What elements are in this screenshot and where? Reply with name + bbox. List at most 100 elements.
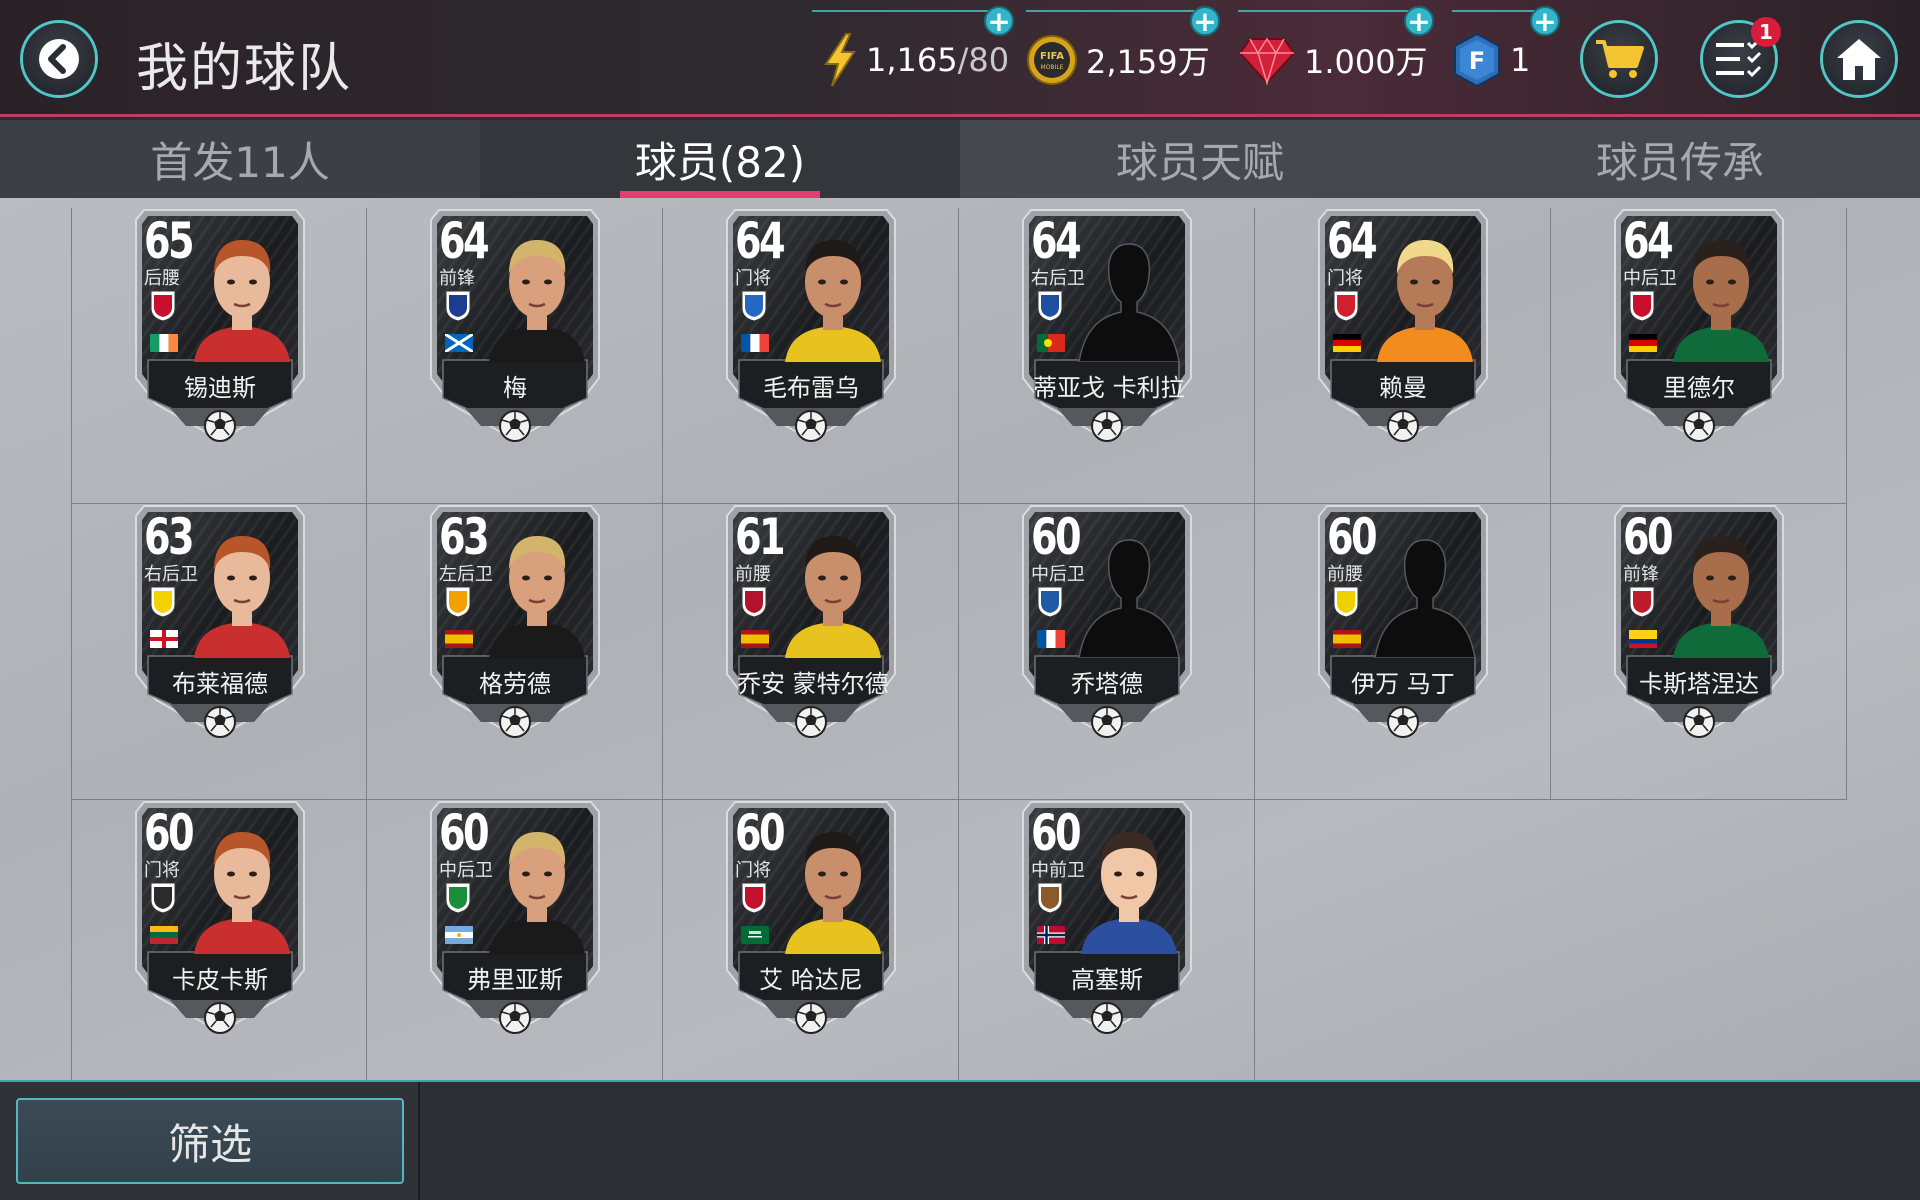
player-card[interactable]: 64 门将 赖曼 [1317, 208, 1489, 446]
player-name: 赖曼 [1379, 374, 1427, 402]
nation-flag-icon [150, 926, 178, 944]
nation-flag-icon [150, 334, 178, 352]
resource-divider [812, 10, 992, 12]
fifa-points-icon: F [1454, 32, 1500, 88]
player-card[interactable]: 60 中前卫 高塞斯 [1021, 800, 1193, 1038]
player-card[interactable]: 65 后腰 锡迪斯 [134, 208, 306, 446]
player-silhouette [1078, 539, 1180, 658]
player-position: 中前卫 [1031, 860, 1085, 881]
player-card[interactable]: 61 前腰 乔安 蒙特尔德 [725, 504, 897, 742]
fifa-points-counter[interactable]: F 1 [1452, 24, 1530, 96]
player-silhouette [1374, 539, 1476, 658]
add-fifa-points-button[interactable]: + [1530, 6, 1560, 36]
player-cell: 60 中前卫 高塞斯 [959, 800, 1255, 1080]
player-card[interactable]: 64 中后卫 里德尔 [1613, 208, 1785, 446]
player-grid: 65 后腰 锡迪斯 64 前锋 梅 64 门将 毛布雷乌 64 右后卫 蒂亚戈 … [71, 208, 1847, 1080]
coins-counter[interactable]: FIFA MOBILE 2,159万 [1026, 24, 1210, 96]
club-crest-icon [1629, 290, 1655, 322]
player-name: 布莱福德 [172, 670, 268, 698]
player-position: 左后卫 [439, 564, 493, 585]
player-card[interactable]: 60 前腰 伊万 马丁 [1317, 504, 1489, 742]
soccer-ball-icon [1387, 706, 1419, 738]
gem-icon [1238, 37, 1296, 85]
nation-flag-icon [741, 926, 769, 944]
player-name: 艾 哈达尼 [759, 966, 863, 994]
player-name: 锡迪斯 [184, 374, 256, 402]
player-name: 弗里亚斯 [467, 966, 563, 994]
player-card[interactable]: 60 前锋 卡斯塔涅达 [1613, 504, 1785, 742]
club-crest-icon [1629, 586, 1655, 618]
energy-max: /80 [957, 41, 1010, 79]
player-card[interactable]: 64 门将 毛布雷乌 [725, 208, 897, 446]
player-card[interactable]: 60 门将 艾 哈达尼 [725, 800, 897, 1038]
player-card[interactable]: 64 前锋 梅 [429, 208, 601, 446]
tab-bar: 首发11人 球员(82) 球员天赋 球员传承 [0, 120, 1920, 198]
club-crest-icon [150, 586, 176, 618]
player-cell: 63 右后卫 布莱福德 [71, 504, 367, 800]
tasks-button[interactable]: 1 [1700, 17, 1781, 98]
home-button[interactable] [1820, 20, 1898, 98]
player-rating: 60 [439, 804, 490, 862]
player-position: 中后卫 [1623, 268, 1677, 289]
tab-players[interactable]: 球员(82) [480, 120, 960, 198]
filter-button[interactable]: 筛选 [16, 1098, 404, 1184]
club-crest-icon [741, 586, 767, 618]
shopping-cart-icon [1596, 40, 1644, 78]
player-position: 后腰 [144, 268, 180, 289]
club-crest-icon [1333, 586, 1359, 618]
tab-player-talents[interactable]: 球员天赋 [960, 120, 1440, 198]
soccer-ball-icon [204, 410, 236, 442]
player-rating: 65 [144, 212, 195, 270]
player-rating: 64 [1031, 212, 1082, 270]
player-rating: 63 [144, 508, 195, 566]
back-button[interactable] [20, 20, 98, 98]
fifa-coin-icon: FIFA MOBILE [1027, 35, 1077, 85]
player-portrait [489, 536, 585, 658]
player-cell: 64 中后卫 里德尔 [1551, 208, 1847, 504]
soccer-ball-icon [1091, 706, 1123, 738]
player-cell: 60 门将 艾 哈达尼 [663, 800, 959, 1080]
player-rating: 60 [1623, 508, 1674, 566]
nation-flag-icon [150, 630, 178, 648]
player-cell: 64 门将 赖曼 [1255, 208, 1551, 504]
club-crest-icon [741, 882, 767, 914]
soccer-ball-icon [1683, 706, 1715, 738]
svg-text:FIFA: FIFA [1040, 51, 1064, 62]
gems-counter[interactable]: 1.000万 [1238, 24, 1428, 96]
energy-counter[interactable]: 1,165/80 [822, 24, 1009, 96]
player-name: 里德尔 [1663, 374, 1735, 402]
player-card[interactable]: 60 中后卫 乔塔德 [1021, 504, 1193, 742]
store-button[interactable] [1580, 20, 1658, 98]
player-portrait [785, 240, 881, 362]
nation-flag-icon [1333, 630, 1361, 648]
player-cell: 60 前锋 卡斯塔涅达 [1551, 504, 1847, 800]
club-crest-icon [445, 586, 471, 618]
soccer-ball-icon [1683, 410, 1715, 442]
player-card[interactable]: 64 右后卫 蒂亚戈 卡利拉 [1021, 208, 1193, 446]
nation-flag-icon [1037, 334, 1065, 352]
filter-label: 筛选 [167, 1119, 252, 1169]
resource-divider [1026, 10, 1206, 12]
resource-divider [1238, 10, 1418, 12]
player-card[interactable]: 63 左后卫 格劳德 [429, 504, 601, 742]
home-icon [1837, 39, 1881, 80]
player-card[interactable]: 60 中后卫 弗里亚斯 [429, 800, 601, 1038]
player-card[interactable]: 63 右后卫 布莱福德 [134, 504, 306, 742]
tab-starting-eleven[interactable]: 首发11人 [0, 120, 480, 198]
nation-flag-icon [1037, 630, 1065, 648]
player-rating: 60 [1031, 804, 1082, 862]
club-crest-icon [445, 882, 471, 914]
player-position: 门将 [144, 860, 180, 881]
player-rating: 60 [1031, 508, 1082, 566]
player-name: 格劳德 [479, 670, 551, 698]
player-portrait [1673, 240, 1769, 362]
player-position: 门将 [1327, 268, 1363, 289]
tab-player-legacy[interactable]: 球员传承 [1440, 120, 1920, 198]
player-card[interactable]: 60 门将 卡皮卡斯 [134, 800, 306, 1038]
bottom-bar: 筛选 [0, 1080, 1920, 1200]
nation-flag-icon [1037, 926, 1065, 944]
player-cell: 65 后腰 锡迪斯 [71, 208, 367, 504]
fifa-points-value: 1 [1510, 41, 1531, 79]
player-rating: 61 [735, 508, 786, 566]
nation-flag-icon [445, 926, 473, 944]
